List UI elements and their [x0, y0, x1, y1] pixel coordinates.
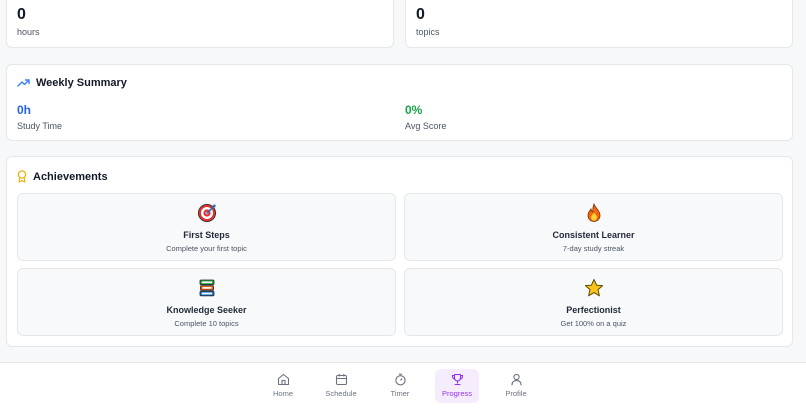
nav-timer-label: Timer — [390, 389, 410, 398]
star-icon — [405, 278, 782, 298]
study-time-label: Study Time — [17, 121, 63, 131]
target-icon — [18, 203, 395, 223]
achievement-description: Complete 10 topics — [174, 319, 239, 328]
achievement-title: Perfectionist — [566, 305, 621, 315]
hours-label: hours — [17, 27, 40, 37]
nav-home[interactable]: Home — [261, 369, 305, 403]
topics-label: topics — [416, 27, 440, 37]
fire-icon — [405, 203, 782, 223]
avg-score-label: Avg Score — [405, 121, 447, 131]
weekly-summary-title: Weekly Summary — [36, 77, 127, 89]
achievements-card: Achievements First Steps Complete your f… — [6, 156, 793, 347]
bottom-navigation: Home Schedule Timer Progress Profile — [0, 362, 806, 408]
achievement-first-steps: First Steps Complete your first topic — [17, 193, 396, 261]
nav-timer[interactable]: Timer — [378, 369, 422, 403]
achievement-knowledge-seeker: Knowledge Seeker Complete 10 topics — [17, 268, 396, 336]
nav-profile[interactable]: Profile — [494, 369, 538, 403]
study-time-value: 0h — [17, 103, 32, 117]
achievement-title: Knowledge Seeker — [166, 305, 247, 315]
achievement-description: Get 100% on a quiz — [560, 319, 627, 328]
nav-schedule-label: Schedule — [325, 389, 357, 398]
achievement-perfectionist: Perfectionist Get 100% on a quiz — [404, 268, 783, 336]
nav-progress[interactable]: Progress — [435, 369, 479, 403]
topics-value: 0 — [416, 6, 425, 23]
achievement-title: First Steps — [183, 230, 230, 240]
achievement-consistent-learner: Consistent Learner 7-day study streak — [404, 193, 783, 261]
hours-value: 0 — [17, 6, 26, 23]
achievements-header: Achievements — [17, 170, 108, 183]
award-icon — [17, 170, 27, 183]
nav-home-label: Home — [272, 389, 293, 398]
trophy-icon — [451, 372, 464, 386]
nav-progress-label: Progress — [441, 389, 472, 398]
avg-score-value: 0% — [405, 103, 423, 117]
user-icon — [510, 372, 523, 386]
achievement-title: Consistent Learner — [552, 230, 635, 240]
home-icon — [277, 372, 290, 386]
hours-stat-card: 0 hours — [6, 0, 394, 48]
calendar-icon — [335, 372, 348, 386]
achievement-description: 7-day study streak — [562, 244, 625, 253]
timer-icon — [394, 372, 407, 386]
weekly-summary-header: Weekly Summary — [17, 77, 127, 89]
books-icon — [18, 278, 395, 298]
achievements-title: Achievements — [33, 170, 108, 183]
achievement-description: Complete your first topic — [166, 244, 247, 253]
topics-stat-card: 0 topics — [405, 0, 793, 48]
trending-up-icon — [17, 78, 30, 88]
nav-profile-label: Profile — [505, 389, 527, 398]
weekly-summary-card: Weekly Summary 0h Study Time 0% Avg Scor… — [6, 64, 793, 141]
nav-schedule[interactable]: Schedule — [319, 369, 363, 403]
